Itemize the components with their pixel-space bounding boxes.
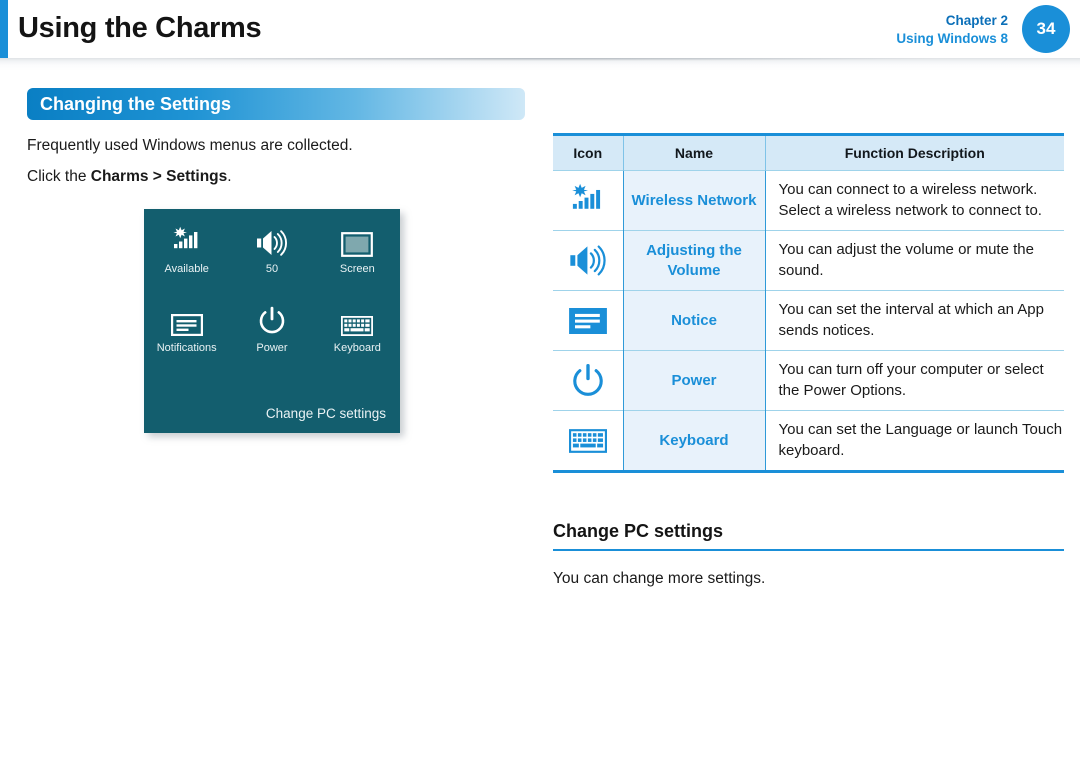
chapter-info: Chapter 2 Using Windows 8 xyxy=(896,12,1008,48)
subsection-body: You can change more settings. xyxy=(553,570,766,587)
table-row: Wireless Network You can connect to a wi… xyxy=(553,170,1064,231)
page-title: Using the Charms xyxy=(18,12,262,44)
row-description-cell: You can adjust the volume or mute the so… xyxy=(765,230,1064,291)
section-header-bar: Changing the Settings xyxy=(27,88,525,120)
row-icon-cell xyxy=(553,290,624,351)
row-description-cell: You can set the Language or launch Touch… xyxy=(765,410,1064,472)
instruction-suffix: . xyxy=(227,168,232,185)
row-description-cell: You can set the interval at which an App… xyxy=(765,290,1064,351)
row-description-cell: You can connect to a wireless network. S… xyxy=(765,170,1064,231)
intro-paragraph: Frequently used Windows menus are collec… xyxy=(27,137,353,154)
volume-icon xyxy=(255,223,289,257)
charm-item-volume[interactable]: 50 xyxy=(229,223,314,275)
row-name-cell: Keyboard xyxy=(623,410,766,472)
row-name-cell: Notice xyxy=(623,290,766,351)
chapter-title: Using Windows 8 xyxy=(896,31,1008,47)
row-name-cell: Wireless Network xyxy=(623,170,766,231)
charms-settings-panel-screenshot: Available 50 Screen Notifications Power … xyxy=(144,209,400,433)
charm-label: Keyboard xyxy=(333,342,381,354)
row-icon-cell xyxy=(553,350,624,411)
charm-label: Screen xyxy=(339,263,375,275)
charm-label: Notifications xyxy=(156,342,217,354)
charm-item-notifications[interactable]: Notifications xyxy=(144,302,229,354)
table-row: Power You can turn off your computer or … xyxy=(553,350,1064,411)
charm-item-wireless[interactable]: Available xyxy=(144,223,229,275)
header-accent-bar xyxy=(0,0,8,58)
subsection-heading: Change PC settings xyxy=(553,521,724,541)
page-number-badge: 34 xyxy=(1022,5,1070,53)
instruction-prefix: Click the xyxy=(27,168,91,185)
row-name-cell: Power xyxy=(623,350,766,411)
table-header: Icon Name Function Description xyxy=(553,134,1064,171)
power-icon xyxy=(258,302,286,336)
keyboard-icon xyxy=(341,302,374,336)
table-row: Adjusting the Volume You can adjust the … xyxy=(553,230,1064,291)
charm-label: Available xyxy=(164,263,209,275)
header-divider-shadow xyxy=(0,58,1080,72)
charms-icon-grid: Available 50 Screen Notifications Power … xyxy=(144,223,400,354)
row-icon-cell xyxy=(553,230,624,291)
charm-label: Power xyxy=(256,342,288,354)
notifications-icon xyxy=(170,302,203,336)
charm-label: 50 xyxy=(265,263,279,275)
row-description-cell: You can turn off your computer or select… xyxy=(765,350,1064,411)
table-row: Notice You can set the interval at which… xyxy=(553,290,1064,351)
column-header-description: Function Description xyxy=(764,134,1064,171)
wireless-network-icon xyxy=(171,223,203,257)
row-icon-cell xyxy=(553,170,624,231)
table-header-row: Icon Name Function Description xyxy=(553,134,1064,171)
subsection-rule xyxy=(553,549,1064,551)
row-icon-cell xyxy=(553,410,624,472)
function-description-table: Icon Name Function Description Wireless … xyxy=(553,133,1064,473)
instruction-paragraph: Click the Charms > Settings. xyxy=(27,168,527,186)
screen-icon xyxy=(341,223,374,257)
left-column: Changing the Settings Frequently used Wi… xyxy=(27,88,527,186)
column-header-name: Name xyxy=(622,134,766,171)
row-name-cell: Adjusting the Volume xyxy=(623,230,766,291)
chapter-number: Chapter 2 xyxy=(945,13,1008,28)
charm-item-keyboard[interactable]: Keyboard xyxy=(315,302,400,354)
charm-item-screen[interactable]: Screen xyxy=(315,223,400,275)
right-column: Icon Name Function Description Wireless … xyxy=(553,133,1064,473)
section-header-label: Changing the Settings xyxy=(40,93,231,114)
table-row: Keyboard You can set the Language or lau… xyxy=(553,410,1064,472)
column-header-icon: Icon xyxy=(553,134,624,171)
charms-panel: Available 50 Screen Notifications Power … xyxy=(144,209,400,433)
change-pc-settings-section: Change PC settings You can change more s… xyxy=(553,521,1064,588)
charm-item-power[interactable]: Power xyxy=(229,302,314,354)
change-pc-settings-link[interactable]: Change PC settings xyxy=(266,406,386,421)
table-body: Wireless Network You can connect to a wi… xyxy=(553,170,1064,472)
page-header: Using the Charms Chapter 2 Using Windows… xyxy=(0,0,1080,60)
instruction-path: Charms > Settings xyxy=(90,168,228,185)
